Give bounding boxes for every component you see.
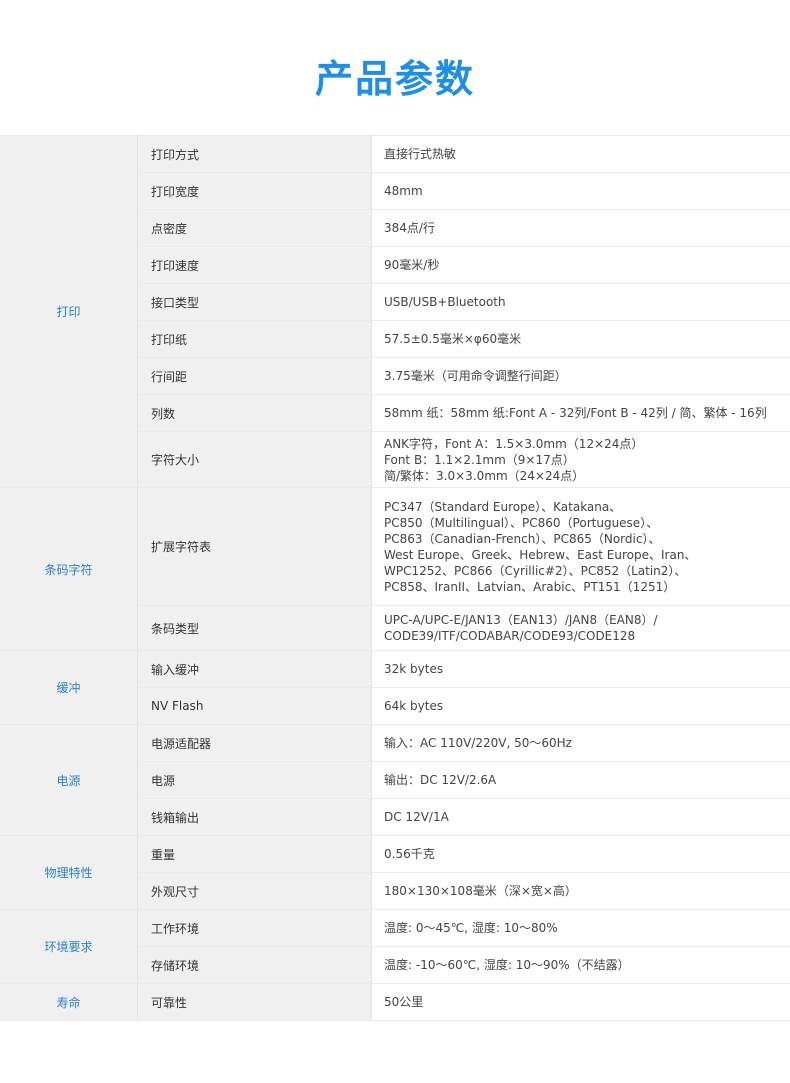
spec-value-line: 温度: -10～60℃, 湿度: 10～90%（不结露）: [384, 958, 630, 972]
spec-value: ANK字符，Font A：1.5×3.0mm（12×24点） Font B：1.1…: [371, 431, 790, 488]
page-title: 产品参数: [314, 57, 475, 101]
spec-label: 打印速度: [137, 246, 372, 284]
category-cell: 电源: [0, 724, 138, 836]
spec-value-line: 64k bytes: [384, 699, 444, 713]
spec-value: USB/USB+Bluetooth: [371, 283, 790, 321]
spec-value-line: 57.5±0.5毫米×φ60毫米: [384, 332, 522, 346]
spec-label: 点密度: [137, 209, 372, 247]
spec-label: 字符大小: [137, 431, 372, 488]
spec-value: 温度: 0～45℃, 湿度: 10～80%: [371, 909, 790, 947]
spec-label: 外观尺寸: [137, 872, 372, 910]
spec-value: PC347（Standard Europe）、Katakana、 PC850（Mu…: [371, 487, 790, 606]
spec-value-line: 90毫米/秒: [384, 258, 440, 272]
spec-label: 接口类型: [137, 283, 372, 321]
table-row: 环境要求 工作环境 温度: 0～45℃, 湿度: 10～80%: [0, 909, 790, 984]
spec-label: 存储环境: [137, 946, 372, 984]
spec-value-line: 输入：AC 110V/220V, 50～60Hz: [384, 736, 572, 750]
spec-label: 扩展字符表: [137, 487, 372, 606]
table-row: 条码字符 扩展字符表 PC347（Standard Europe）、Katakana…: [0, 487, 790, 651]
spec-value-line: PC347（Standard Europe）、Katakana、: [384, 499, 622, 514]
spec-value-line: 180×130×108毫米（深×宽×高）: [384, 884, 577, 898]
spec-value-line: 48mm: [384, 184, 423, 198]
spec-value-line: 3.75毫米（可用命令调整行间距）: [384, 369, 567, 383]
category-cell: 物理特性: [0, 835, 138, 910]
spec-value-line: 58mm 纸：58mm 纸:Font A - 32列/Font B - 42列 …: [384, 406, 767, 420]
spec-value: 48mm: [371, 172, 790, 210]
spec-value-line: PC858、IranII、Latvian、Arabic、PT151（1251）: [384, 579, 676, 594]
spec-label: 输入缓冲: [137, 650, 372, 688]
spec-label: 列数: [137, 394, 372, 432]
spec-value-line: CODE39/ITF/CODABAR/CODE93/CODE128: [384, 629, 636, 643]
spec-value-line: WPC1252、PC866（Cyrillic#2）、PC852（Latin2）、: [384, 563, 687, 578]
spec-value-line: UPC-A/UPC-E/JAN13（EAN13）/JAN8（EAN8）/: [384, 613, 658, 627]
spec-value-line: 0.56千克: [384, 847, 435, 861]
table-row: 物理特性 重量 0.56千克: [0, 835, 790, 910]
spec-label: 重量: [137, 835, 372, 873]
spec-value-line: ANK字符，Font A：1.5×3.0mm（12×24点）: [384, 436, 644, 451]
spec-label: 电源适配器: [137, 724, 372, 762]
spec-value: UPC-A/UPC-E/JAN13（EAN13）/JAN8（EAN8）/ CODE…: [371, 605, 790, 651]
spec-label: 电源: [137, 761, 372, 799]
spec-value: 180×130×108毫米（深×宽×高）: [371, 872, 790, 910]
spec-table: 打印 打印方式 直接行式热敏 打印宽度 48mm 点密度 384点/行 打印速度 90毫米/秒接…: [0, 135, 790, 1021]
spec-value: 温度: -10～60℃, 湿度: 10～90%（不结露）: [371, 946, 790, 984]
spec-value: 58mm 纸：58mm 纸:Font A - 32列/Font B - 42列 …: [371, 394, 790, 432]
spec-value: 0.56千克: [371, 835, 790, 873]
table-row: 电源 电源适配器 输入：AC 110V/220V, 50～60Hz: [0, 724, 790, 836]
spec-value-line: 输出：DC 12V/2.6A: [384, 773, 497, 787]
spec-label: 可靠性: [137, 983, 372, 1021]
table-row: 缓冲 输入缓冲 32k bytes: [0, 650, 790, 725]
spec-value-line: 50公里: [384, 995, 424, 1009]
table-row: 寿命 可靠性 50公里: [0, 983, 790, 1021]
spec-value-line: 简/繁体：3.0×3.0mm（24×24点）: [384, 468, 585, 483]
spec-value: 57.5±0.5毫米×φ60毫米: [371, 320, 790, 358]
spec-value: 64k bytes: [371, 687, 790, 725]
spec-value: DC 12V/1A: [371, 798, 790, 836]
spec-value-line: DC 12V/1A: [384, 810, 449, 824]
spec-value-line: Font B：1.1×2.1mm（9×17点）: [384, 452, 575, 467]
spec-value: 输入：AC 110V/220V, 50～60Hz: [371, 724, 790, 762]
spec-label: 条码类型: [137, 605, 372, 651]
spec-value: 90毫米/秒: [371, 246, 790, 284]
spec-value-line: PC850（Multilingual）、PC860（Portuguese）、: [384, 515, 659, 530]
spec-label: NV Flash: [137, 687, 372, 725]
category-cell: 条码字符: [0, 487, 138, 651]
table-row: 打印 打印方式 直接行式热敏: [0, 135, 790, 488]
spec-value: 32k bytes: [371, 650, 790, 688]
spec-value-line: 直接行式热敏: [384, 147, 457, 161]
spec-value-line: West Europe、Greek、Hebrew、East Europe、Ira…: [384, 547, 697, 562]
spec-label: 打印宽度: [137, 172, 372, 210]
spec-label: 钱箱输出: [137, 798, 372, 836]
spec-value-line: 温度: 0～45℃, 湿度: 10～80%: [384, 921, 558, 935]
spec-value: 直接行式热敏: [371, 135, 790, 173]
category-cell: 缓冲: [0, 650, 138, 725]
spec-value: 50公里: [371, 983, 790, 1021]
category-cell: 打印: [0, 135, 138, 488]
category-cell: 环境要求: [0, 909, 138, 984]
spec-label: 行间距: [137, 357, 372, 395]
spec-value: 3.75毫米（可用命令调整行间距）: [371, 357, 790, 395]
spec-value-line: PC863（Canadian-French）、PC865（Nordic）、: [384, 531, 661, 546]
spec-value-line: USB/USB+Bluetooth: [384, 295, 506, 309]
spec-label: 打印纸: [137, 320, 372, 358]
spec-value-line: 32k bytes: [384, 662, 444, 676]
spec-value-line: 384点/行: [384, 221, 435, 235]
spec-label: 工作环境: [137, 909, 372, 947]
spec-label: 打印方式: [137, 135, 372, 173]
category-cell: 寿命: [0, 983, 138, 1021]
spec-value: 384点/行: [371, 209, 790, 247]
spec-table-body: 打印 打印方式 直接行式热敏 打印宽度 48mm 点密度 384点/行 打印速度 90毫米/秒接…: [0, 135, 790, 1021]
spec-value: 输出：DC 12V/2.6A: [371, 761, 790, 799]
